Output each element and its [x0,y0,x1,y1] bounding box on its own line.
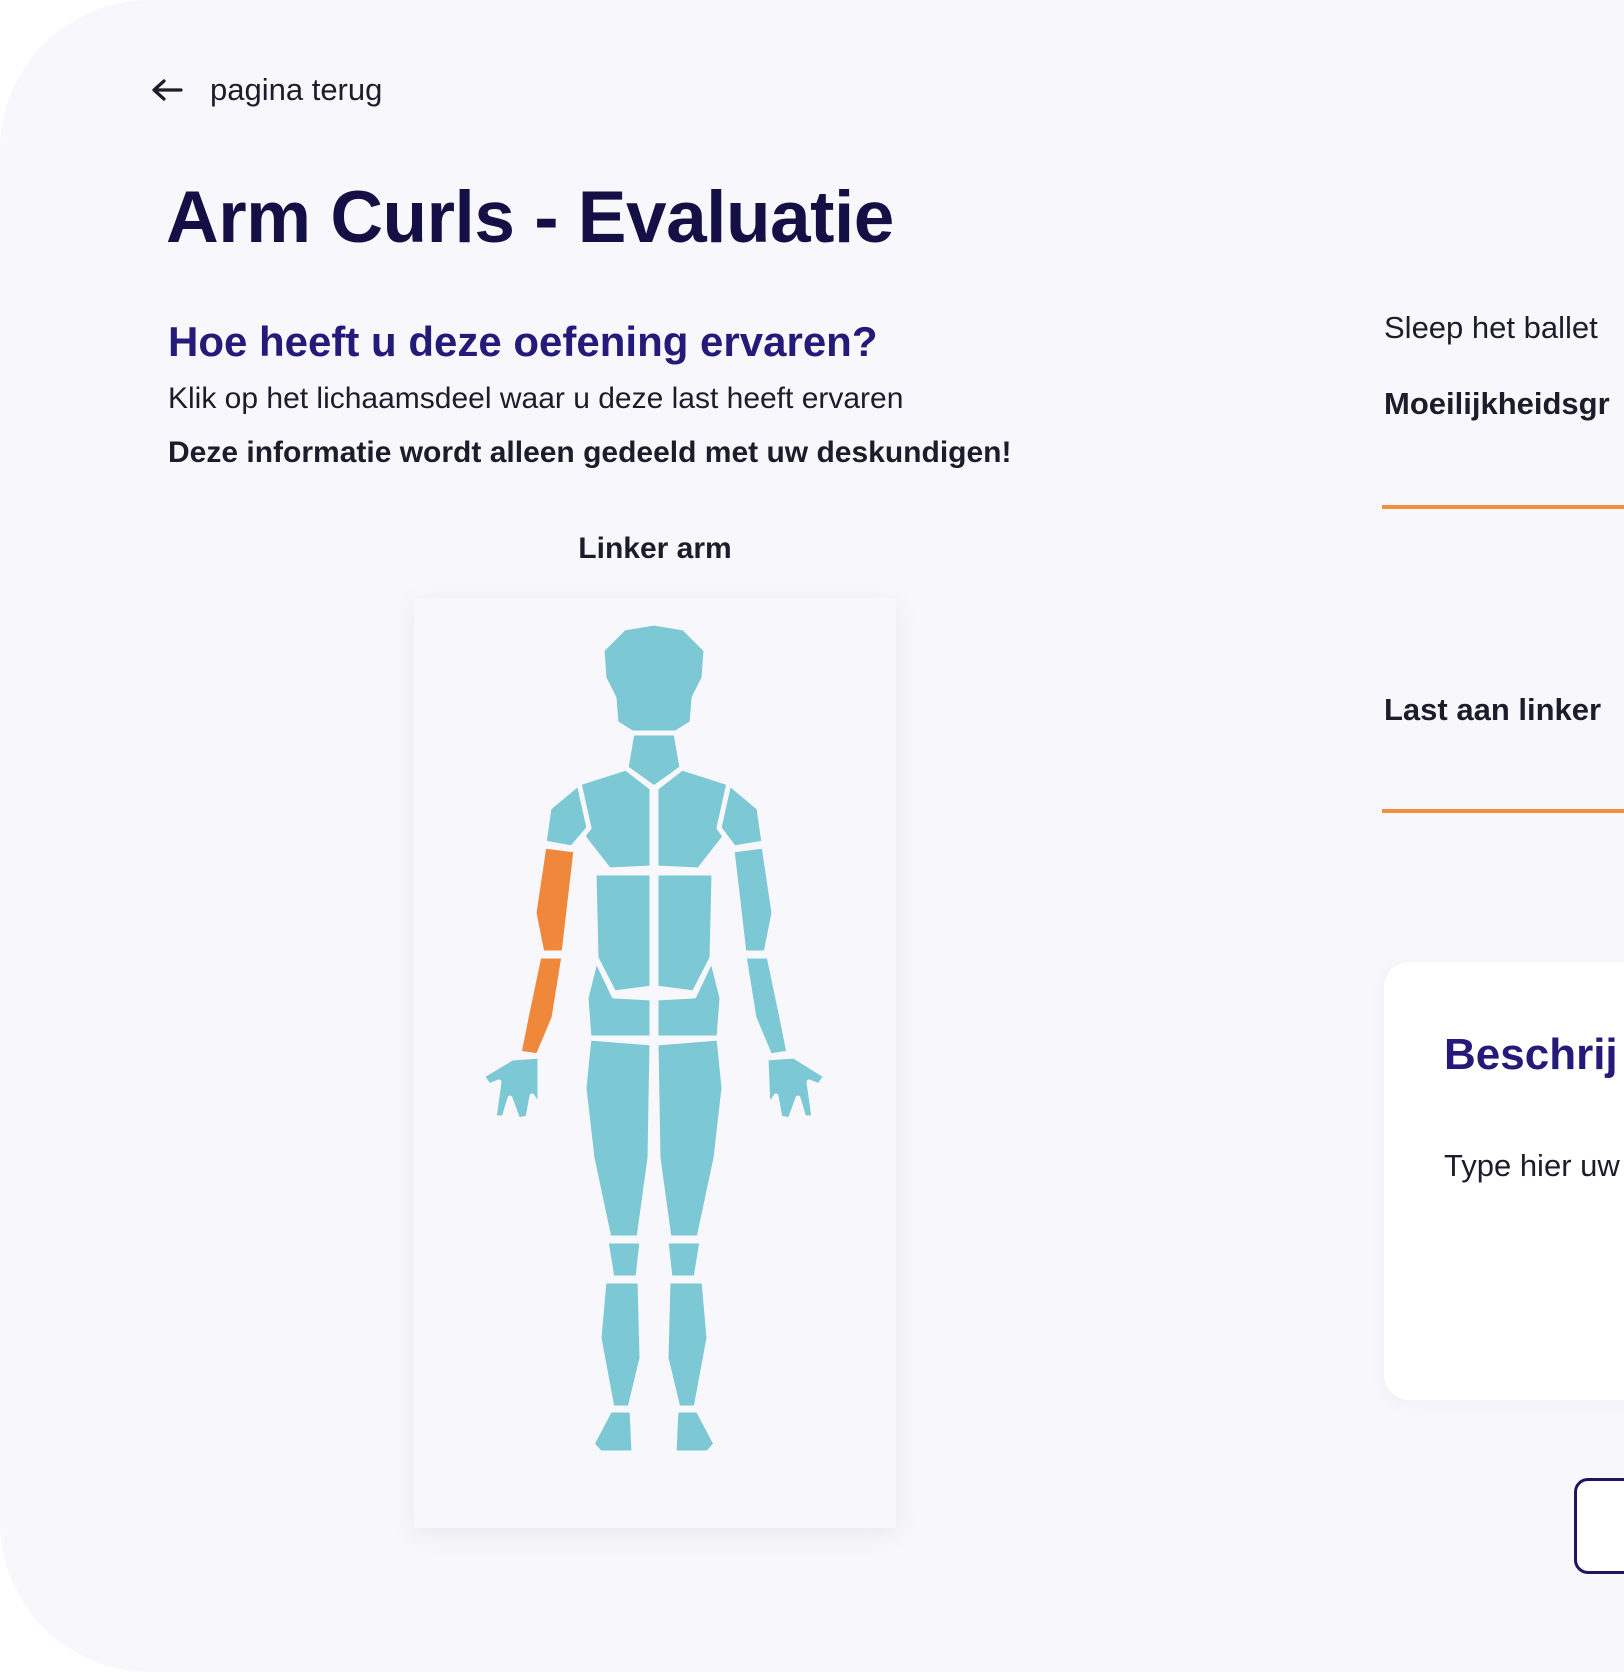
main-panel: pagina terug Arm Curls - Evaluatie Hoe h… [0,0,1624,1672]
arrow-left-icon [152,79,183,101]
section-subtitle: Hoe heeft u deze oefening ervaren? [168,318,878,365]
description-card: Beschrij [1384,962,1624,1400]
discomfort-label: Last aan linker [1384,692,1602,727]
body-part-hand-left[interactable] [479,1053,543,1123]
back-link[interactable]: pagina terug [150,70,382,110]
selected-body-part-label: Linker arm [578,532,732,565]
body-part-knee-right[interactable] [663,1238,705,1281]
body-part-upper-arm-left[interactable] [531,843,579,956]
difficulty-slider[interactable] [1382,490,1624,526]
submit-button[interactable] [1574,1478,1624,1574]
body-part-shoulder-right[interactable] [716,780,767,851]
discomfort-slider[interactable] [1382,794,1624,830]
body-part-foot-left[interactable] [589,1407,637,1456]
description-input[interactable] [1444,1136,1624,1196]
body-map-figure [479,620,829,1456]
body-map-card [414,598,896,1528]
body-part-forearm-left[interactable] [516,953,567,1059]
discomfort-slider-track[interactable] [1382,809,1624,813]
body-part-upper-arm-right[interactable] [729,843,777,956]
difficulty-slider-track[interactable] [1382,505,1624,509]
drag-instruction: Sleep het ballet [1384,310,1598,345]
body-part-thigh-right[interactable] [653,1035,727,1241]
body-part-chest-right[interactable] [653,765,732,873]
body-part-foot-right[interactable] [671,1407,719,1456]
body-part-hand-right[interactable] [763,1053,829,1123]
body-part-shoulder-left[interactable] [541,780,592,851]
body-part-forearm-right[interactable] [741,953,792,1059]
page-title: Arm Curls - Evaluatie [166,177,894,258]
body-part-head[interactable] [599,620,709,736]
description-title: Beschrij [1444,1030,1618,1079]
body-part-knee-left[interactable] [603,1238,645,1281]
body-part-chest-left[interactable] [576,765,655,873]
privacy-notice: Deze informatie wordt alleen gedeeld met… [168,436,1012,469]
difficulty-label: Moeilijkheidsgr [1384,386,1610,421]
body-part-thigh-left[interactable] [581,1035,655,1241]
body-part-shin-right[interactable] [663,1278,712,1411]
body-part-shin-left[interactable] [596,1278,645,1411]
back-link-label: pagina terug [210,72,383,107]
instruction-text: Klik op het lichaamsdeel waar u deze las… [168,382,904,415]
